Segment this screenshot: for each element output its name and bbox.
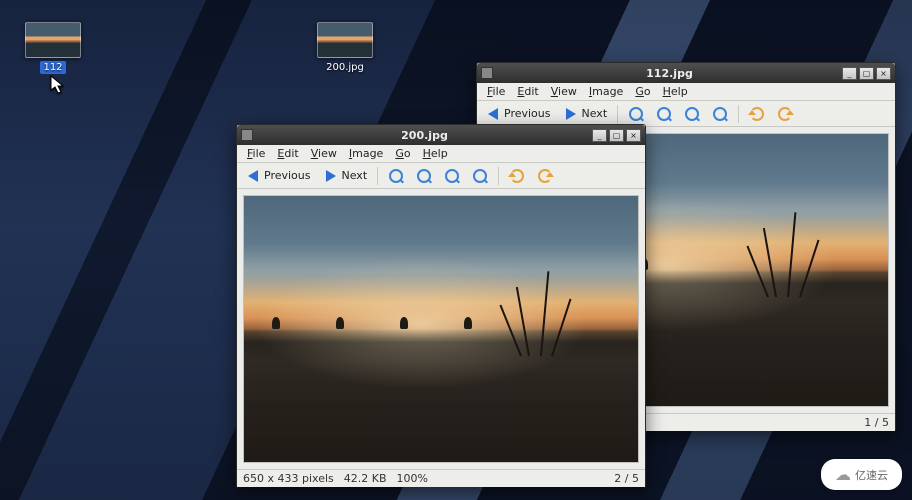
window-title: 200.jpg	[259, 129, 590, 142]
rotate-ccw-icon	[749, 106, 765, 122]
zoom-100-button[interactable]	[468, 166, 492, 186]
zoom-in-button[interactable]	[384, 166, 408, 186]
rotate-cw-button[interactable]	[533, 166, 557, 186]
status-counter: 2 / 5	[614, 472, 639, 485]
next-button[interactable]: Next	[559, 104, 612, 124]
separator	[377, 167, 378, 185]
status-filesize: 42.2 KB	[344, 472, 387, 485]
rotate-cw-button[interactable]	[773, 104, 797, 124]
desktop-icon-label: 200.jpg	[323, 61, 367, 74]
next-button[interactable]: Next	[319, 166, 372, 186]
menu-help[interactable]: Help	[657, 84, 694, 99]
menu-go[interactable]: Go	[629, 84, 656, 99]
menu-view[interactable]: View	[305, 146, 343, 161]
menu-file[interactable]: File	[241, 146, 271, 161]
statusbar: 650 x 433 pixels 42.2 KB 100% 2 / 5	[237, 469, 645, 487]
zoom-fit-button[interactable]	[440, 166, 464, 186]
zoom-in-button[interactable]	[624, 104, 648, 124]
zoom-fit-button[interactable]	[680, 104, 704, 124]
zoom-fit-icon	[684, 106, 700, 122]
titlebar[interactable]: 112.jpg _ ▢ ×	[477, 63, 895, 83]
app-icon	[481, 67, 493, 79]
thumbnail-200	[317, 22, 373, 58]
zoom-100-icon	[712, 106, 728, 122]
menu-view[interactable]: View	[545, 84, 583, 99]
rotate-cw-icon	[777, 106, 793, 122]
rotate-ccw-button[interactable]	[745, 104, 769, 124]
zoom-out-icon	[656, 106, 672, 122]
minimize-button[interactable]: _	[842, 67, 857, 80]
previous-button[interactable]: Previous	[241, 166, 315, 186]
zoom-in-icon	[628, 106, 644, 122]
app-icon	[241, 129, 253, 141]
arrow-right-icon	[323, 168, 339, 184]
rotate-ccw-button[interactable]	[505, 166, 529, 186]
watermark: ☁ 亿速云	[821, 459, 902, 490]
maximize-button[interactable]: ▢	[609, 129, 624, 142]
zoom-100-icon	[472, 168, 488, 184]
previous-button[interactable]: Previous	[481, 104, 555, 124]
cloud-icon: ☁	[835, 465, 851, 484]
minimize-button[interactable]: _	[592, 129, 607, 142]
rotate-cw-icon	[537, 168, 553, 184]
zoom-out-icon	[416, 168, 432, 184]
menu-file[interactable]: File	[481, 84, 511, 99]
separator	[498, 167, 499, 185]
window-200[interactable]: 200.jpg _ ▢ × File Edit View Image Go He…	[236, 124, 646, 486]
separator	[738, 105, 739, 123]
close-button[interactable]: ×	[876, 67, 891, 80]
menu-help[interactable]: Help	[417, 146, 454, 161]
menubar: File Edit View Image Go Help	[237, 145, 645, 163]
titlebar[interactable]: 200.jpg _ ▢ ×	[237, 125, 645, 145]
menu-edit[interactable]: Edit	[511, 84, 544, 99]
mouse-cursor	[50, 75, 66, 95]
menu-image[interactable]: Image	[583, 84, 629, 99]
status-dimensions: 650 x 433 pixels	[243, 472, 334, 485]
arrow-left-icon	[485, 106, 501, 122]
menu-image[interactable]: Image	[343, 146, 389, 161]
status-counter: 1 / 5	[864, 416, 889, 429]
zoom-out-button[interactable]	[412, 166, 436, 186]
arrow-left-icon	[245, 168, 261, 184]
thumbnail-112	[25, 22, 81, 58]
desktop-icon-label: 112	[40, 61, 65, 74]
zoom-in-icon	[388, 168, 404, 184]
photo-200	[243, 195, 639, 463]
desktop-icon-200[interactable]: 200.jpg	[310, 22, 380, 74]
rotate-ccw-icon	[509, 168, 525, 184]
watermark-text: 亿速云	[855, 467, 888, 483]
close-button[interactable]: ×	[626, 129, 641, 142]
image-viewport[interactable]	[237, 189, 645, 469]
status-zoom: 100%	[397, 472, 428, 485]
zoom-fit-icon	[444, 168, 460, 184]
separator	[617, 105, 618, 123]
maximize-button[interactable]: ▢	[859, 67, 874, 80]
menubar: File Edit View Image Go Help	[477, 83, 895, 101]
desktop-icon-112[interactable]: 112	[18, 22, 88, 74]
zoom-out-button[interactable]	[652, 104, 676, 124]
menu-go[interactable]: Go	[389, 146, 416, 161]
zoom-100-button[interactable]	[708, 104, 732, 124]
arrow-right-icon	[563, 106, 579, 122]
toolbar: Previous Next	[237, 163, 645, 189]
menu-edit[interactable]: Edit	[271, 146, 304, 161]
window-title: 112.jpg	[499, 67, 840, 80]
